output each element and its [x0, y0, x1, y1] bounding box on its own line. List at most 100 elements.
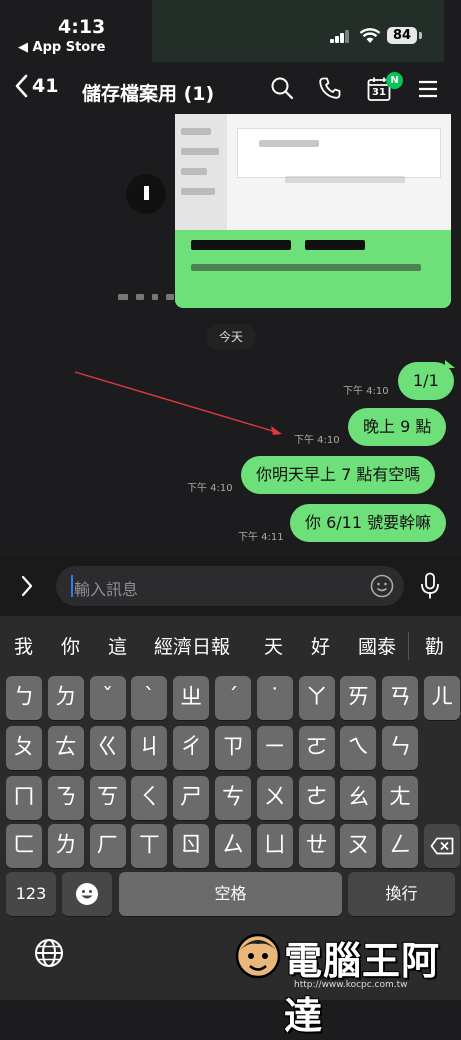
key-2-10[interactable]: ㄣ: [382, 726, 419, 770]
key-1-5[interactable]: ㄓ: [173, 676, 210, 720]
key-2-3[interactable]: ㄍ: [89, 726, 126, 770]
bubble-tail: [445, 360, 455, 368]
key-4-10[interactable]: ㄥ: [382, 824, 419, 868]
watermark-url: http://www.kocpc.com.tw: [294, 980, 408, 990]
key-2-5[interactable]: ㄔ: [173, 726, 210, 770]
candidate-word[interactable]: 勸: [425, 632, 444, 659]
key-1-4[interactable]: ˋ: [131, 676, 168, 720]
key-2-9[interactable]: ㄟ: [340, 726, 377, 770]
message-bubble[interactable]: 晚上 9 點: [348, 408, 447, 446]
cellular-signal-icon: [330, 30, 350, 43]
candidate-word[interactable]: 這: [108, 632, 127, 659]
key-1-6[interactable]: ˊ: [215, 676, 251, 720]
key-1-7[interactable]: ˙: [256, 676, 293, 720]
key-4-5[interactable]: ㄖ: [173, 824, 210, 868]
phone-icon[interactable]: [318, 76, 342, 100]
return-key[interactable]: 換行: [348, 872, 455, 916]
calendar-day: 31: [372, 87, 386, 98]
key-3-5[interactable]: ㄕ: [173, 776, 210, 820]
chat-title: 儲存檔案用 (1): [82, 83, 215, 105]
key-1-8[interactable]: ㄚ: [298, 676, 335, 720]
blurred-text: [166, 294, 174, 300]
shared-image-message[interactable]: [175, 114, 451, 308]
chat-area[interactable]: 今天 下午 4:10 1/1 下午 4:10 晚上 9 點 下午 4:10 你明…: [0, 114, 461, 556]
key-3-8[interactable]: ㄜ: [298, 776, 335, 820]
key-2-7[interactable]: ㄧ: [256, 726, 293, 770]
key-1-3[interactable]: ˇ: [89, 676, 126, 720]
key-4-7[interactable]: ㄩ: [256, 824, 293, 868]
message-time: 下午 4:10: [187, 483, 233, 494]
numbers-key[interactable]: 123: [6, 872, 56, 916]
back-to-app-link[interactable]: ◀ App Store: [18, 40, 105, 55]
key-3-7[interactable]: ㄨ: [256, 776, 293, 820]
key-1-2[interactable]: ㄉ: [47, 676, 84, 720]
message-input-bar: 輸入訊息: [0, 556, 461, 616]
candidate-bar: 我 你 這 經濟日報 天 好 國泰 勸: [0, 616, 461, 676]
image-card: [237, 128, 441, 178]
emoji-key-icon: [76, 883, 98, 905]
message-input-placeholder: 輸入訊息: [74, 580, 139, 599]
watermark-mascot-icon: [235, 933, 281, 979]
candidate-word[interactable]: 國泰: [358, 632, 396, 659]
expand-chevron-icon[interactable]: [20, 575, 34, 597]
watermark: 電腦王阿達 http://www.kocpc.com.tw: [234, 930, 456, 1038]
message-input[interactable]: 輸入訊息: [56, 566, 404, 606]
key-3-3[interactable]: ㄎ: [89, 776, 126, 820]
wifi-icon: [359, 28, 381, 43]
candidate-word[interactable]: 你: [61, 632, 80, 659]
key-3-2[interactable]: ㄋ: [47, 776, 84, 820]
text-caret: [71, 575, 73, 597]
calendar-new-badge: N: [386, 72, 403, 89]
key-3-10[interactable]: ㄤ: [382, 776, 419, 820]
key-2-8[interactable]: ㄛ: [298, 726, 335, 770]
message-time: 下午 4:10: [294, 435, 340, 446]
key-1-11[interactable]: ㄦ: [424, 676, 460, 720]
key-4-3[interactable]: ㄏ: [89, 824, 126, 868]
battery-tip: [419, 32, 422, 39]
blurred-text: [118, 294, 128, 300]
emoji-icon[interactable]: [370, 574, 394, 598]
message-bubble[interactable]: 你 6/11 號要幹嘛: [290, 504, 447, 542]
message-bubble[interactable]: 你明天早上 7 點有空嗎: [241, 456, 436, 494]
key-4-9[interactable]: ㄡ: [340, 824, 377, 868]
key-3-4[interactable]: ㄑ: [131, 776, 168, 820]
blurred-text: [152, 294, 158, 300]
key-4-2[interactable]: ㄌ: [47, 824, 84, 868]
key-4-8[interactable]: ㄝ: [298, 824, 335, 868]
back-button[interactable]: 41: [14, 74, 58, 98]
key-1-10[interactable]: ㄢ: [382, 676, 419, 720]
key-2-1[interactable]: ㄆ: [6, 726, 42, 770]
key-3-6[interactable]: ㄘ: [215, 776, 251, 820]
key-4-6[interactable]: ㄙ: [215, 824, 251, 868]
microphone-icon[interactable]: [420, 572, 440, 600]
key-4-1[interactable]: ㄈ: [6, 824, 42, 868]
backspace-key[interactable]: [424, 824, 460, 868]
emoji-key[interactable]: [62, 872, 112, 916]
key-4-4[interactable]: ㄒ: [131, 824, 168, 868]
candidate-divider: [408, 632, 409, 660]
key-2-4[interactable]: ㄐ: [131, 726, 168, 770]
blurred-text: [136, 294, 144, 300]
key-3-1[interactable]: ㄇ: [6, 776, 42, 820]
space-key[interactable]: 空格: [119, 872, 342, 916]
key-3-9[interactable]: ㄠ: [340, 776, 377, 820]
blurred-avatar: [126, 174, 166, 214]
globe-icon[interactable]: [34, 938, 64, 968]
message-time: 下午 4:11: [238, 532, 284, 543]
status-time: 4:13: [58, 16, 106, 38]
key-1-9[interactable]: ㄞ: [340, 676, 377, 720]
unread-count: 41: [32, 75, 59, 97]
backspace-icon: [430, 837, 454, 855]
menu-icon[interactable]: [418, 80, 438, 98]
battery-indicator: 84: [387, 27, 417, 44]
key-1-1[interactable]: ㄅ: [6, 676, 42, 720]
message-time: 下午 4:10: [343, 386, 389, 397]
candidate-word[interactable]: 天: [264, 632, 283, 659]
candidate-word[interactable]: 我: [14, 632, 33, 659]
candidate-word[interactable]: 經濟日報: [154, 632, 230, 659]
key-2-6[interactable]: ㄗ: [215, 726, 251, 770]
candidate-word[interactable]: 好: [311, 632, 330, 659]
key-2-2[interactable]: ㄊ: [47, 726, 84, 770]
search-icon[interactable]: [270, 76, 294, 100]
date-divider: 今天: [206, 324, 256, 350]
